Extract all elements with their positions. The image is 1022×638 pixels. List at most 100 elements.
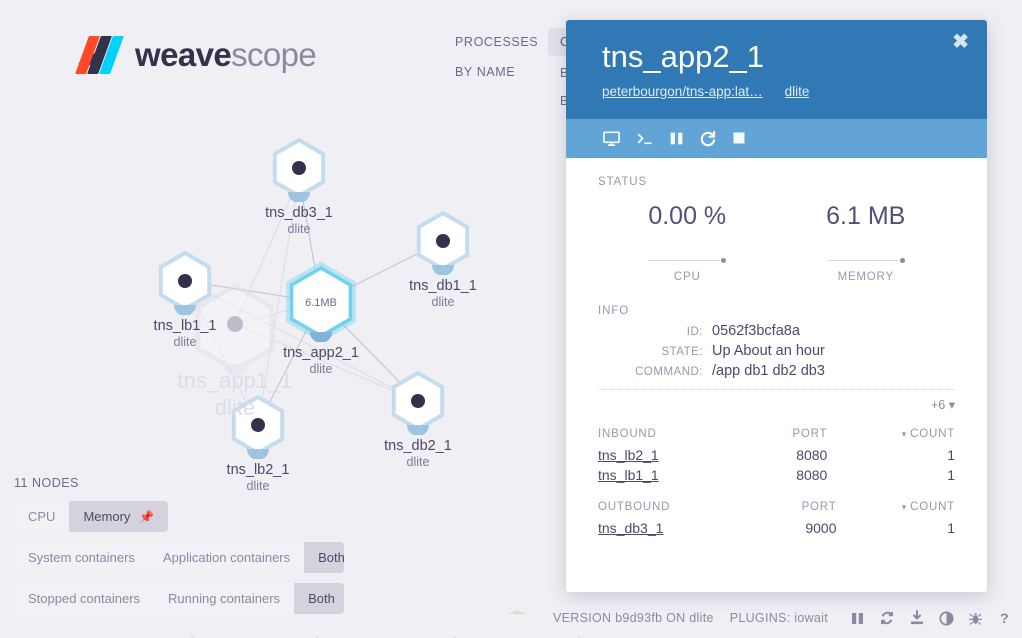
node-name: tns_app2_1 (283, 345, 359, 361)
connection-port: 8080 (796, 466, 828, 483)
graph-node-label-tns_db2_1: tns_db2_1 dlite (333, 438, 503, 469)
node-metric-arc (174, 305, 196, 316)
bug-icon[interactable] (968, 611, 983, 626)
metrics-row: 0.00 % CPU 6.1 MB MEMORY (598, 194, 955, 283)
graph-node-tns_db1_1[interactable] (409, 207, 477, 276)
pause-container-icon[interactable] (668, 130, 685, 147)
graph-node-tns_db2_1[interactable] (384, 367, 452, 436)
info-row: STATE: Up About an hour (598, 343, 955, 359)
table-row[interactable]: tns_lb2_1 8080 1 (598, 445, 955, 465)
metric-button-cpu[interactable]: CPU (14, 501, 70, 532)
refresh-icon[interactable] (879, 610, 895, 626)
console-icon[interactable] (602, 129, 621, 148)
connection-name[interactable]: tns_lb1_1 (598, 465, 744, 485)
node-hexagon (416, 210, 470, 276)
outbound-count-header[interactable]: ▾ COUNT (837, 501, 955, 518)
info-row: ID: 0562f3bcfa8a (598, 323, 955, 339)
stop-container-icon[interactable] (731, 130, 747, 146)
state-filter-running-containers[interactable]: Running containers (154, 583, 295, 614)
info-expand-count: +6 (930, 397, 946, 412)
nav-group-processes: PROCESSES BY NAME (455, 35, 538, 93)
sparkline (648, 257, 727, 264)
outbound-port-header: PORT (801, 500, 837, 513)
metric-value: 6.1 MB (826, 201, 906, 230)
node-hexagon (158, 250, 212, 316)
node-name: tns_db2_1 (384, 438, 452, 454)
ghost-node-label: tns_app1_1 dlite (150, 368, 320, 421)
download-icon[interactable] (909, 610, 925, 626)
outbound-header: OUTBOUND (598, 500, 671, 513)
connection-count: 1 (947, 466, 955, 483)
info-section-label: INFO (598, 304, 630, 317)
app-logo[interactable]: weavescope (75, 32, 317, 78)
node-metric-arc (407, 425, 429, 436)
status-bar-icons: ? (850, 610, 1012, 626)
pause-icon[interactable] (850, 611, 865, 626)
sort-caret-icon: ▾ (901, 501, 908, 512)
help-icon[interactable]: ? (997, 611, 1012, 626)
connection-port: 8080 (796, 446, 828, 463)
metric-value: 0.00 % (648, 201, 727, 230)
terminal-icon[interactable] (635, 129, 654, 148)
restart-container-icon[interactable] (699, 129, 717, 147)
connection-port: 9000 (805, 519, 837, 536)
node-dot (178, 274, 192, 288)
details-panel-body: STATUS 0.00 % CPU 6.1 MB MEMORY INFO ID: … (566, 158, 987, 592)
info-section: INFO ID: 0562f3bcfa8a STATE: Up About an … (598, 305, 955, 412)
container-filter-system-containers[interactable]: System containers (14, 542, 149, 573)
page-title: tns_app2_1 (602, 39, 765, 74)
connection-count: 1 (947, 519, 955, 536)
inbound-count-header-label: COUNT (910, 427, 955, 440)
container-filter-both[interactable]: Both (304, 542, 344, 573)
host-link[interactable]: dlite (785, 84, 810, 99)
node-metric-arc (288, 192, 310, 203)
graph-node-tns_lb1_1[interactable] (151, 247, 219, 316)
graph-controls: 11 NODES CPU Memory 📌 System containers Ap… (14, 476, 344, 624)
node-subname: dlite (431, 295, 455, 309)
node-hexagon: 6.1MB (286, 261, 356, 343)
info-value: Up About an hour (712, 342, 825, 359)
info-value: /app db1 db2 db3 (712, 362, 825, 379)
graph-node-tns_db3_1[interactable] (265, 134, 333, 203)
table-row[interactable]: tns_lb1_1 8080 1 (598, 465, 955, 485)
container-filter-application-containers[interactable]: Application containers (148, 542, 305, 573)
version-label: VERSION b9d93fb ON dlite (552, 611, 714, 625)
state-filter-both[interactable]: Both (294, 583, 344, 614)
nav-topic-processes[interactable]: PROCESSES (455, 35, 538, 49)
logo-wordmark: weavescope (135, 36, 317, 74)
info-expand-toggle[interactable]: +6 ▾ (598, 388, 955, 412)
graph-node-tns_app2_1[interactable]: 6.1MB (281, 261, 361, 343)
container-state-filter-group[interactable]: Stopped containers Running containers Both (14, 583, 344, 614)
svg-text:?: ? (1000, 611, 1009, 626)
container-type-filter-group[interactable]: System containers Application containers B… (14, 542, 344, 573)
node-count-label: 11 NODES (14, 476, 79, 490)
image-link[interactable]: peterbourgon/tns-app:lat… (602, 84, 763, 99)
metric-name: MEMORY (837, 270, 894, 283)
state-filter-stopped-containers[interactable]: Stopped containers (14, 583, 155, 614)
node-subname: dlite (406, 455, 430, 469)
inbound-count-header[interactable]: ▾ COUNT (827, 428, 955, 445)
nav-sub-by-name[interactable]: BY NAME (455, 65, 538, 79)
node-subname: dlite (287, 222, 311, 236)
connection-name[interactable]: tns_lb2_1 (598, 445, 744, 465)
metric-selector-group[interactable]: CPU Memory 📌 (14, 501, 168, 532)
node-dot (292, 161, 306, 175)
table-row[interactable]: tns_db3_1 9000 1 (598, 518, 955, 538)
info-key: COMMAND: (635, 365, 703, 378)
connection-name[interactable]: tns_db3_1 (598, 518, 759, 538)
details-panel-header: ✖ tns_app2_1 peterbourgon/tns-app:lat… d… (566, 20, 987, 119)
node-name: tns_db1_1 (409, 278, 477, 294)
details-panel-links: peterbourgon/tns-app:lat… dlite (602, 84, 951, 99)
close-icon[interactable]: ✖ (952, 32, 969, 52)
pin-icon: 📌 (139, 510, 154, 524)
status-section-label: STATUS (598, 175, 648, 188)
metric-button-memory[interactable]: Memory 📌 (69, 501, 168, 532)
node-metric-arc (310, 332, 332, 343)
inbound-port-header: PORT (792, 427, 828, 440)
node-metric-arc (247, 449, 269, 460)
contrast-icon[interactable] (939, 610, 954, 626)
node-name: tns_lb1_1 (153, 318, 217, 334)
graph-node-label-tns_db3_1: tns_db3_1 dlite (214, 205, 384, 236)
node-metric-text: 6.1MB (305, 297, 337, 309)
ghost-node-name: tns_app1_1 (177, 368, 293, 393)
